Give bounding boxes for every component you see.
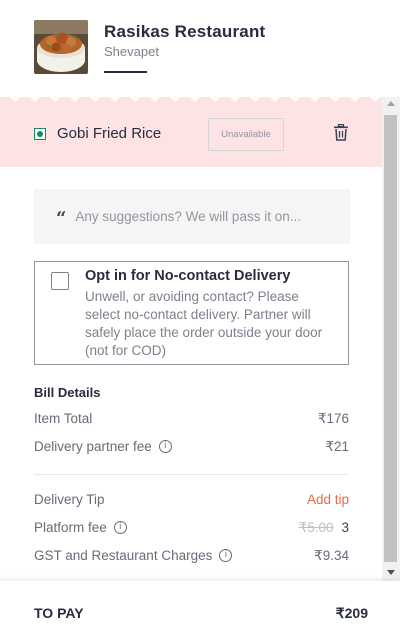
veg-indicator-icon xyxy=(34,128,46,140)
no-contact-checkbox[interactable] xyxy=(51,272,69,290)
platform-fee-original: ₹5.00 xyxy=(298,520,334,535)
bill-details-heading: Bill Details xyxy=(34,385,101,400)
gst-label: GST and Restaurant Charges xyxy=(34,548,213,563)
zigzag-top-edge xyxy=(0,97,382,105)
delivery-fee-row: Delivery partner fee i ₹21 xyxy=(34,439,349,459)
info-icon[interactable]: i xyxy=(219,549,233,562)
no-contact-delivery-option: Opt in for No-contact Delivery Unwell, o… xyxy=(34,261,349,365)
restaurant-header: Rasikas Restaurant Shevapet xyxy=(0,0,400,90)
info-icon[interactable]: i xyxy=(113,521,127,534)
scrollbar-thumb[interactable] xyxy=(384,115,397,562)
scroll-up-arrow-icon[interactable] xyxy=(387,101,395,106)
item-total-value: ₹176 xyxy=(317,411,349,426)
to-pay-label: TO PAY xyxy=(34,605,84,621)
gst-row: GST and Restaurant Charges i ₹9.34 xyxy=(34,548,349,568)
add-tip-link[interactable]: Add tip xyxy=(307,492,349,507)
gst-value: ₹9.34 xyxy=(314,548,349,563)
platform-fee-label: Platform fee xyxy=(34,520,107,535)
delivery-tip-row: Delivery Tip Add tip xyxy=(34,492,349,512)
unavailable-button[interactable]: Unavailable xyxy=(208,118,284,151)
scrollbar[interactable] xyxy=(382,97,400,581)
cart-item-name: Gobi Fried Rice xyxy=(57,125,162,142)
item-total-row: Item Total ₹176 xyxy=(34,411,349,431)
header-underline xyxy=(104,71,147,73)
scroll-down-arrow-icon[interactable] xyxy=(387,570,395,575)
delivery-fee-label: Delivery partner fee xyxy=(34,439,152,454)
delivery-fee-value: ₹21 xyxy=(325,439,349,454)
cart-item-row: Gobi Fried Rice Unavailable xyxy=(0,97,382,167)
to-pay-value: ₹209 xyxy=(335,605,368,621)
platform-fee-value: 3 xyxy=(341,520,349,535)
restaurant-name[interactable]: Rasikas Restaurant xyxy=(104,22,265,42)
restaurant-thumbnail[interactable] xyxy=(34,20,88,74)
platform-fee-row: Platform fee i ₹5.00 3 xyxy=(34,520,349,540)
no-contact-description: Unwell, or avoiding contact? Please sele… xyxy=(85,289,323,358)
to-pay-bar: TO PAY ₹209 xyxy=(0,581,400,644)
trash-icon[interactable] xyxy=(333,124,349,141)
no-contact-title: Opt in for No-contact Delivery xyxy=(85,268,291,284)
suggestions-input[interactable]: “ Any suggestions? We will pass it on... xyxy=(34,189,350,244)
bill-divider xyxy=(34,474,349,475)
info-icon[interactable]: i xyxy=(158,440,172,453)
zigzag-bottom-edge xyxy=(0,159,382,167)
item-total-label: Item Total xyxy=(34,411,93,426)
quote-icon: “ xyxy=(56,207,67,229)
restaurant-area: Shevapet xyxy=(104,44,159,59)
delivery-tip-label: Delivery Tip xyxy=(34,492,105,507)
cart-scroll-area: Gobi Fried Rice Unavailable “ Any sugges… xyxy=(0,97,382,580)
suggestions-placeholder: Any suggestions? We will pass it on... xyxy=(75,209,301,224)
